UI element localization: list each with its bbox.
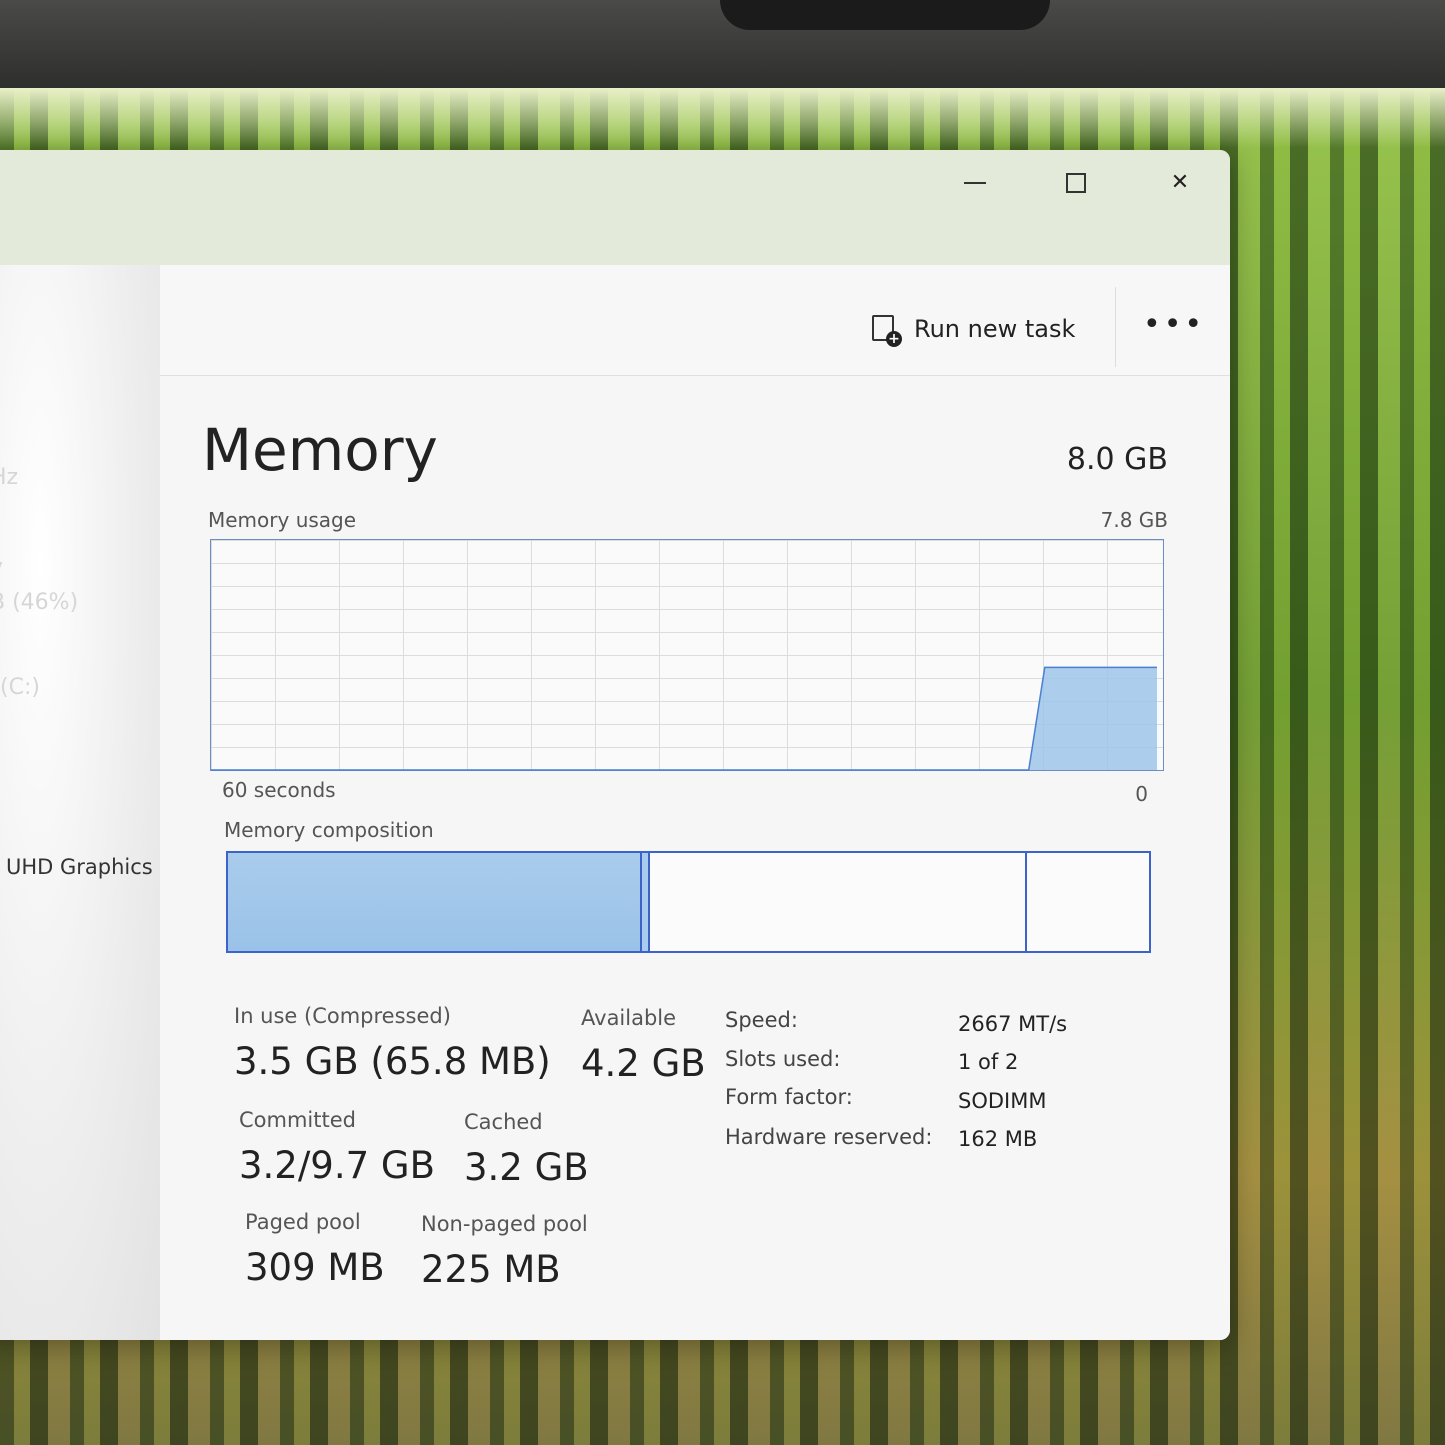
laptop-bezel	[0, 0, 1445, 95]
committed-label: Committed	[239, 1108, 356, 1132]
composition-free[interactable]	[1027, 853, 1149, 951]
stat-available: Available 4.2 GB	[581, 1006, 706, 1085]
speed-label: Speed:	[725, 1008, 798, 1032]
hardware-reserved-label: Hardware reserved:	[725, 1125, 933, 1149]
command-bar: + Run new task •••	[0, 265, 1230, 376]
memory-usage-label: Memory usage	[208, 508, 357, 532]
divider	[1115, 287, 1116, 367]
committed-value: 3.2/9.7 GB	[239, 1144, 435, 1187]
maximize-icon	[1066, 172, 1086, 193]
close-icon: ✕	[1170, 170, 1190, 195]
stat-cached: Cached 3.2 GB	[464, 1110, 589, 1189]
stat-paged-pool: Paged pool 309 MB	[245, 1210, 385, 1289]
stat-committed: Committed 3.2/9.7 GB	[239, 1108, 435, 1187]
run-new-task-label: Run new task	[914, 315, 1076, 343]
task-manager-window: ✕ + Run new task ••• Hz y B (46%) (C:) )…	[0, 150, 1230, 1340]
slots-used-label: Slots used:	[725, 1047, 841, 1071]
page-title: Memory	[202, 416, 438, 484]
run-new-task-button[interactable]: + Run new task	[870, 305, 1075, 353]
paged-pool-value: 309 MB	[245, 1246, 385, 1289]
usage-area	[1028, 667, 1157, 770]
composition-in-use[interactable]	[228, 853, 643, 951]
cached-value: 3.2 GB	[464, 1146, 589, 1189]
composition-modified[interactable]	[642, 853, 650, 951]
in-use-value: 3.5 GB (65.8 MB)	[234, 1040, 551, 1083]
webcam	[720, 0, 1050, 30]
composition-standby[interactable]	[650, 853, 1028, 951]
form-factor-value: SODIMM	[958, 1089, 1047, 1113]
speed-value: 2667 MT/s	[958, 1012, 1068, 1036]
stat-non-paged-pool: Non-paged pool 225 MB	[421, 1212, 588, 1291]
graph-time-span: 60 seconds	[222, 778, 336, 802]
maximize-button[interactable]	[1046, 160, 1106, 205]
memory-composition-label: Memory composition	[224, 818, 434, 842]
minimize-button[interactable]	[945, 160, 1005, 205]
memory-panel: Memory 8.0 GB Memory usage 7.8 GB 60 sec…	[160, 376, 1230, 1340]
graph-time-zero: 0	[1135, 782, 1148, 806]
title-bar: ✕	[0, 150, 1230, 265]
memory-usage-plot	[211, 666, 1157, 771]
usage-line	[211, 666, 1157, 771]
memory-total: 8.0 GB	[1066, 442, 1168, 477]
available-label: Available	[581, 1006, 677, 1030]
minimize-icon	[964, 181, 986, 184]
slots-used-value: 1 of 2	[958, 1050, 1019, 1074]
available-value: 4.2 GB	[581, 1042, 706, 1085]
stat-in-use: In use (Compressed) 3.5 GB (65.8 MB)	[234, 1004, 551, 1083]
more-options-button[interactable]: •••	[1143, 307, 1205, 342]
paged-pool-label: Paged pool	[245, 1210, 361, 1234]
form-factor-label: Form factor:	[725, 1085, 853, 1109]
run-task-icon: +	[870, 313, 902, 347]
memory-usage-max: 7.8 GB	[1100, 508, 1168, 532]
non-paged-pool-value: 225 MB	[421, 1248, 561, 1291]
memory-usage-graph	[210, 539, 1164, 771]
cached-label: Cached	[464, 1110, 543, 1134]
non-paged-pool-label: Non-paged pool	[421, 1212, 588, 1236]
hardware-reserved-value: 162 MB	[958, 1127, 1038, 1151]
in-use-label: In use (Compressed)	[234, 1004, 451, 1028]
close-button[interactable]: ✕	[1150, 160, 1210, 205]
memory-composition-bar	[226, 851, 1151, 953]
